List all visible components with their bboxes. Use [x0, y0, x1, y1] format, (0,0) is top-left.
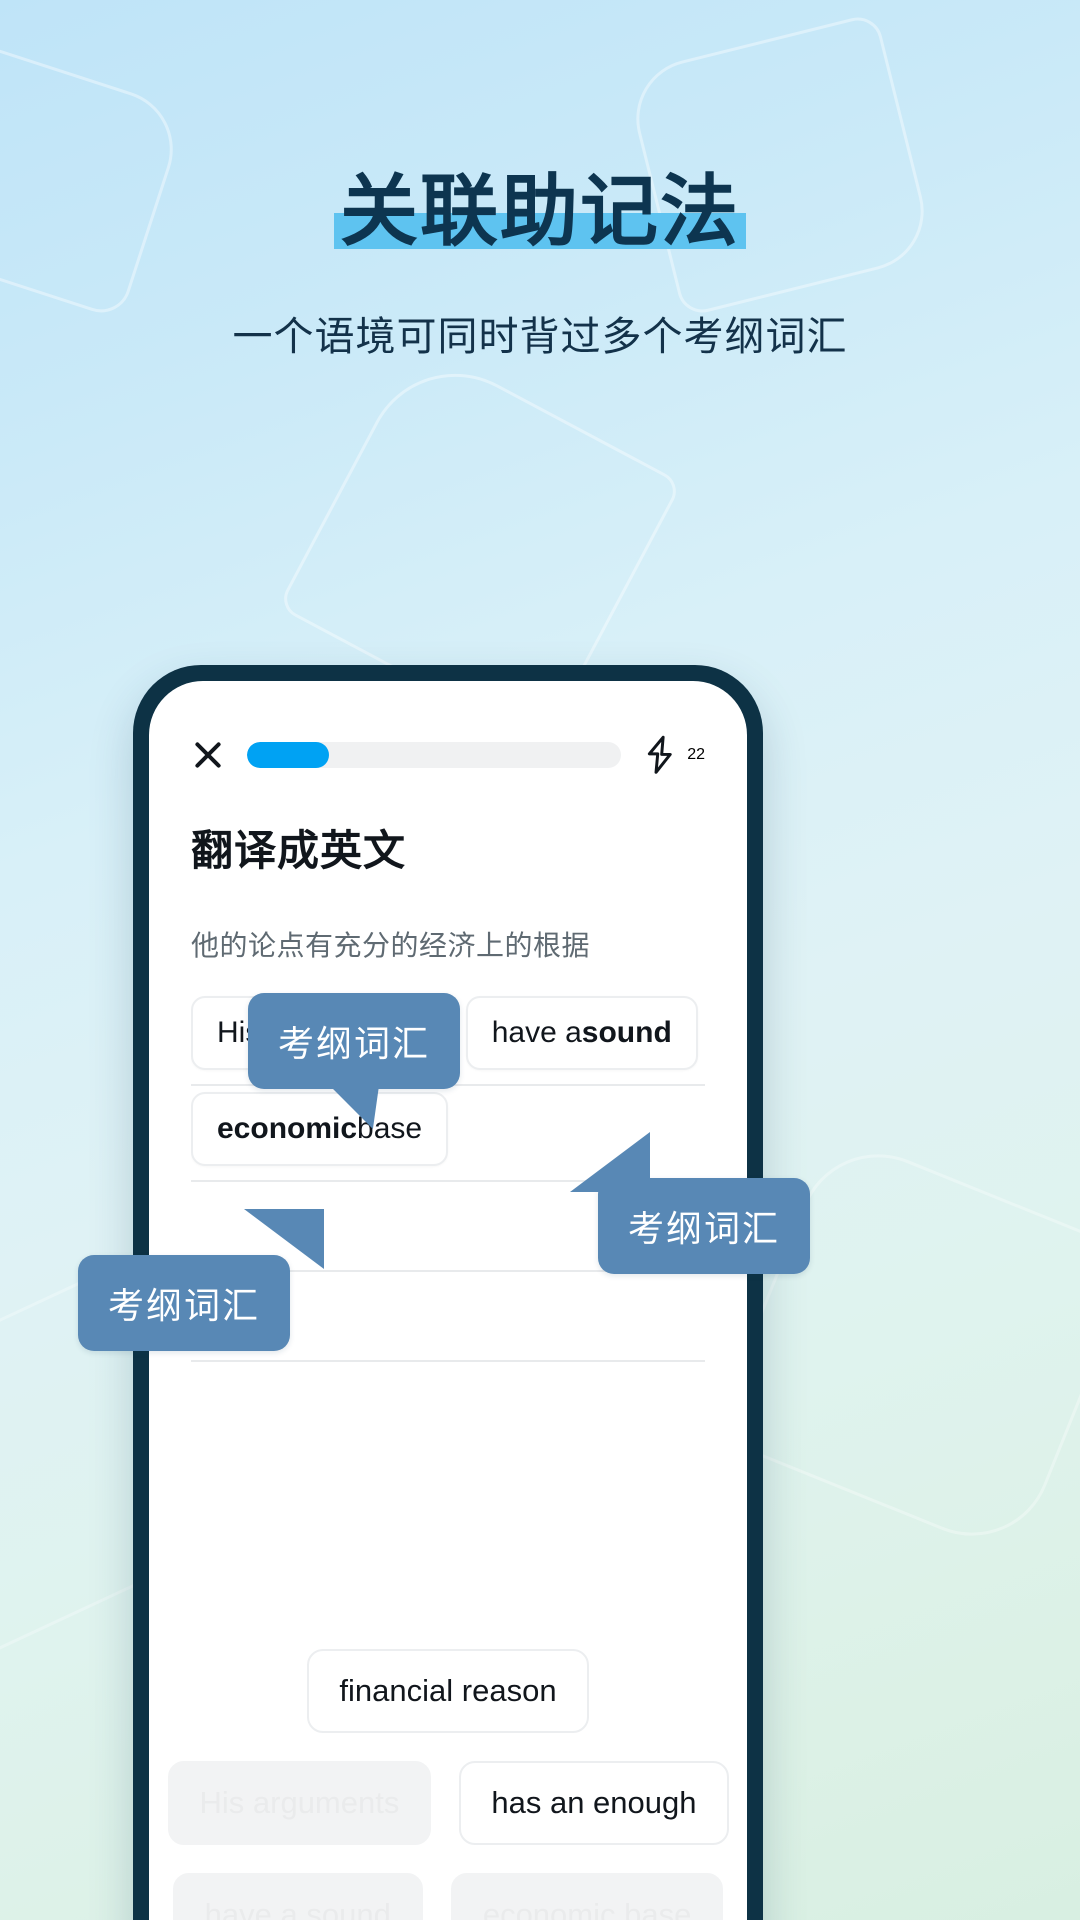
question-block: 翻译成英文 他的论点有充分的经济上的根据 — [149, 775, 747, 964]
word-bank-tile[interactable]: financial reason — [307, 1649, 589, 1733]
answer-tile[interactable]: have a sound — [465, 996, 698, 1070]
word-bank-row: His arguments has an enough — [167, 1761, 729, 1845]
callout-tail — [570, 1132, 650, 1192]
answer-tile-keyword: sound — [581, 1016, 672, 1049]
callout-label: 考纲词汇 — [108, 1285, 261, 1326]
progress-bar-fill — [247, 742, 330, 768]
word-bank: financial reason His arguments has an en… — [149, 1649, 747, 1920]
question-heading: 翻译成英文 — [191, 827, 407, 874]
word-bank-tile[interactable]: has an enough — [459, 1761, 729, 1845]
callout-bubble: 考纲词汇 — [570, 1132, 811, 1274]
close-icon[interactable] — [191, 738, 225, 772]
promo-page: 关联助记法 一个语境可同时背过多个考纲词汇 22 翻译成英文 他的论点有充分的经… — [0, 0, 1080, 1920]
progress-bar — [247, 742, 622, 768]
word-bank-row: financial reason — [191, 1649, 705, 1733]
word-bank-tile[interactable]: His arguments — [167, 1761, 432, 1845]
answer-tile-lead: have a — [491, 1016, 582, 1049]
page-title-wrap: 关联助记法 — [333, 167, 746, 255]
callout-bubble: 考纲词汇 — [248, 993, 461, 1129]
answer-tile[interactable]: economic base — [191, 1092, 449, 1166]
question-prompt: 他的论点有充分的经济上的根据 — [191, 930, 591, 961]
callout-tail — [244, 1209, 325, 1269]
callout-bubble: 考纲词汇 — [78, 1209, 325, 1351]
app-topbar: 22 — [149, 681, 747, 775]
word-bank-row: have a sound economic base — [172, 1873, 724, 1920]
page-title: 关联助记法 — [339, 167, 740, 255]
callout-label: 考纲词汇 — [628, 1208, 781, 1249]
word-bank-tile[interactable]: economic base — [450, 1873, 724, 1920]
streak-count: 22 — [687, 746, 705, 763]
hero-section: 关联助记法 一个语境可同时背过多个考纲词汇 — [0, 0, 1080, 363]
callout-label: 考纲词汇 — [278, 1023, 431, 1064]
callout-tail — [322, 1085, 380, 1129]
page-subtitle: 一个语境可同时背过多个考纲词汇 — [232, 315, 848, 360]
lightning-bolt-icon — [648, 735, 672, 774]
streak-group[interactable]: 22 — [643, 735, 705, 775]
word-bank-tile[interactable]: have a sound — [172, 1873, 423, 1920]
